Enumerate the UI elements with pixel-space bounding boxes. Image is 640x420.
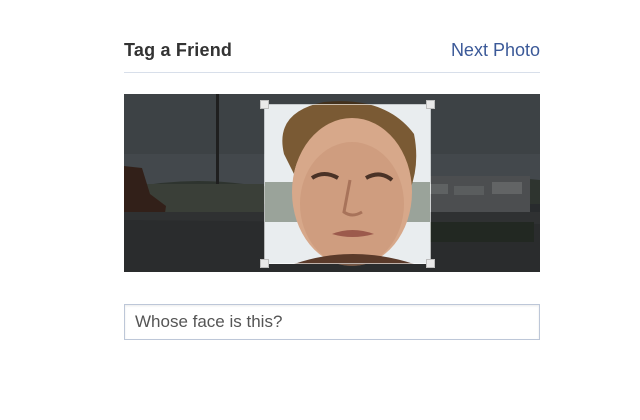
tag-selection-box[interactable]: [260, 100, 435, 268]
resize-handle-top-right[interactable]: [426, 100, 435, 109]
photo[interactable]: [124, 94, 540, 272]
header-divider: [124, 72, 540, 73]
resize-handle-bottom-right[interactable]: [426, 259, 435, 268]
header: Tag a Friend Next Photo: [124, 40, 540, 64]
resize-handle-bottom-left[interactable]: [260, 259, 269, 268]
resize-handle-top-left[interactable]: [260, 100, 269, 109]
tag-friend-panel: Tag a Friend Next Photo: [124, 0, 540, 420]
whose-face-input[interactable]: [124, 304, 540, 340]
next-photo-link[interactable]: Next Photo: [451, 40, 540, 61]
panel-title: Tag a Friend: [124, 40, 233, 60]
